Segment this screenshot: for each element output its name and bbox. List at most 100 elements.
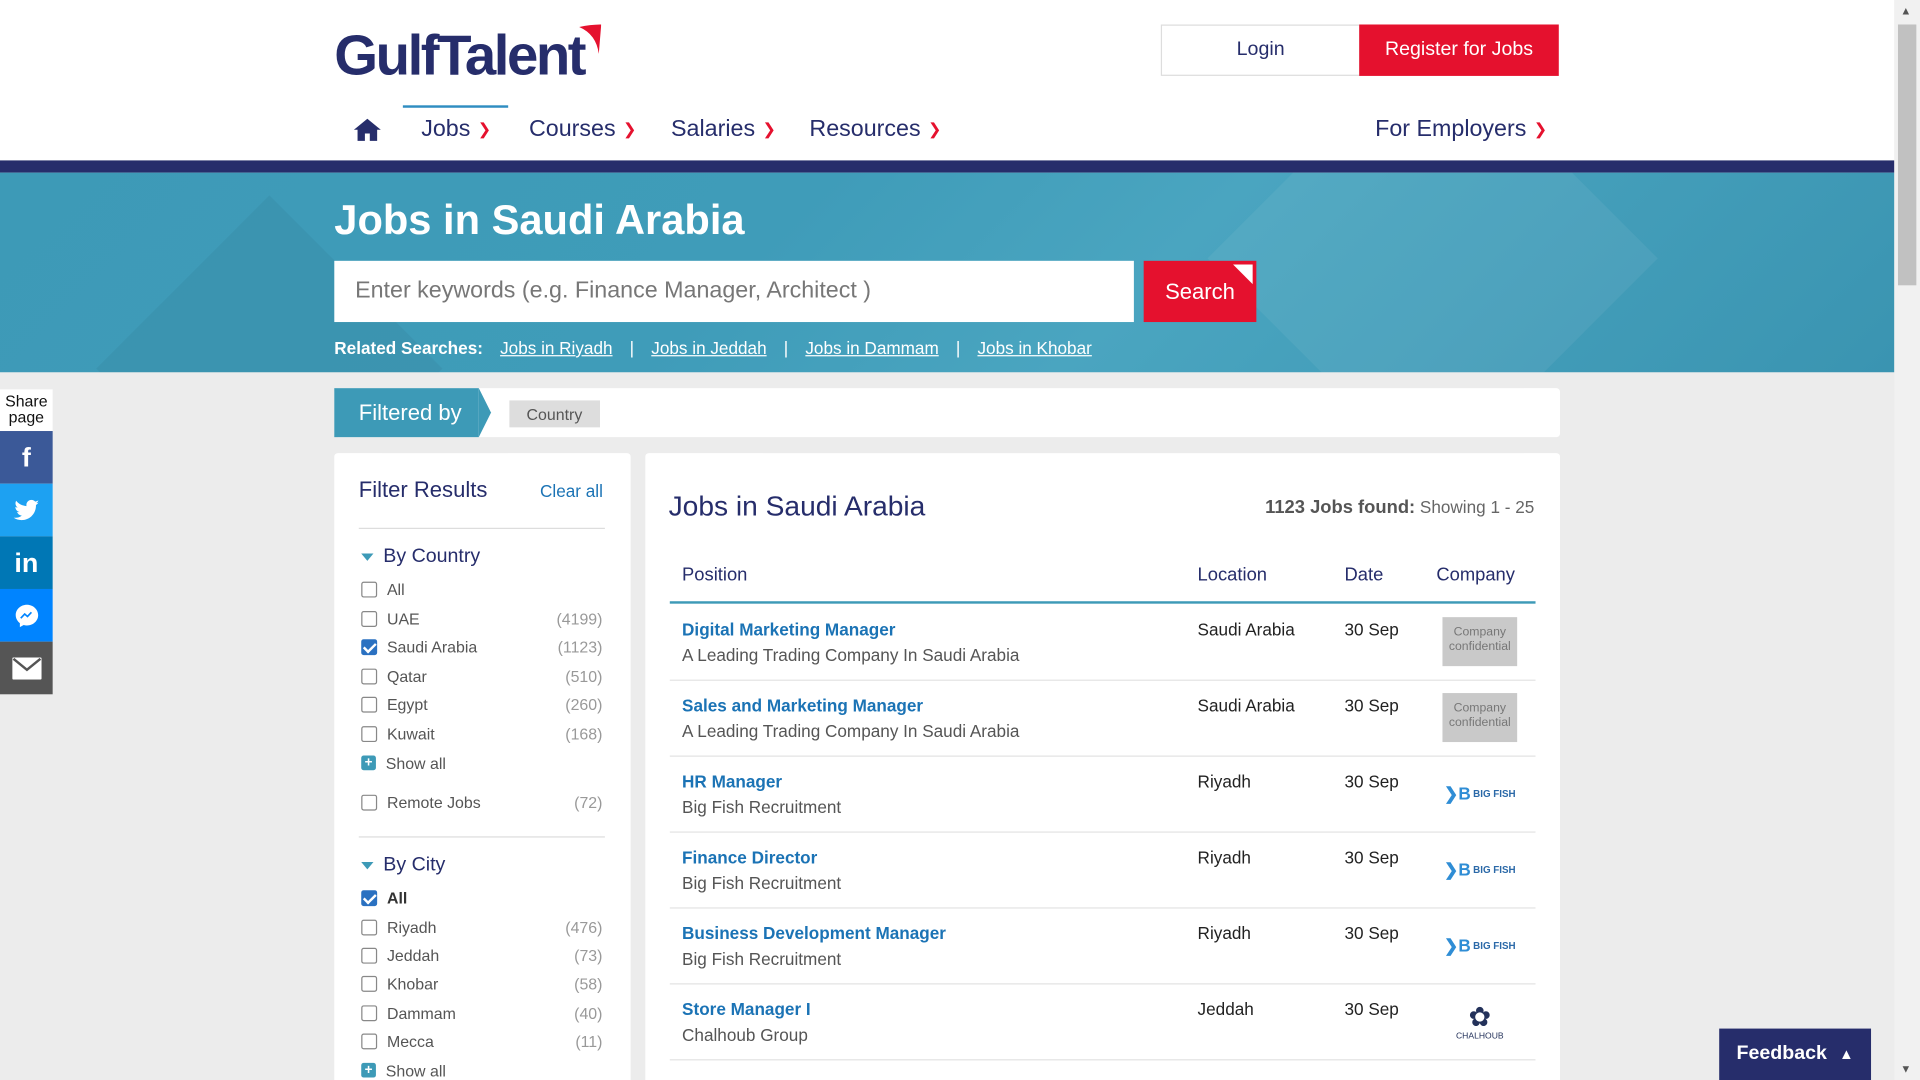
filter-city-dammam[interactable]: Dammam (40) (361, 1000, 602, 1024)
chalhoub-emblem-icon: ✿ (1468, 1001, 1492, 1032)
showing-range: Showing 1 - 25 (1419, 497, 1535, 517)
show-all-countries[interactable]: + Show all (361, 751, 602, 775)
bigfish-mark-icon: ❯B (1443, 934, 1471, 955)
job-company: Big Fish Recruitment (682, 797, 842, 817)
nav-jobs[interactable]: Jobs ❯ (421, 105, 491, 154)
scroll-up-icon[interactable]: ▲ (1900, 5, 1911, 17)
job-title-link[interactable]: Digital Marketing Manager (682, 620, 895, 640)
show-all-cities[interactable]: + Show all (361, 1058, 602, 1080)
jobs-found-count: 1123 Jobs found: (1265, 497, 1416, 518)
checkbox-checked[interactable] (361, 638, 378, 655)
messenger-icon[interactable] (0, 588, 53, 642)
checkbox[interactable] (361, 794, 378, 811)
corner-tick-icon (1233, 264, 1253, 285)
filter-country-kuwait[interactable]: Kuwait (168) (361, 721, 602, 745)
checkbox[interactable] (361, 581, 378, 597)
job-date: 30 Sep (1344, 619, 1399, 640)
job-location: Riyadh (1197, 847, 1251, 867)
job-company: A Leading Trading Company In Saudi Arabi… (682, 645, 1020, 665)
show-all-label: Show all (385, 1061, 446, 1080)
nav-for-employers[interactable]: For Employers ❯ (1375, 105, 1547, 154)
filter-remote-jobs[interactable]: Remote Jobs (72) (361, 790, 602, 814)
filter-results-title: Filter Results (358, 477, 488, 503)
nav-courses[interactable]: Courses ❯ (529, 105, 636, 154)
search-input[interactable]: Enter keywords (e.g. Finance Manager, Ar… (334, 260, 1134, 323)
filter-label: Dammam (386, 1003, 456, 1022)
table-row[interactable]: Sales and Marketing Manager A Leading Tr… (669, 681, 1536, 757)
filter-country-saudi-arabia[interactable]: Saudi Arabia (1123) (361, 634, 602, 658)
by-city-toggle[interactable]: By City (361, 855, 445, 877)
site-header: GulfTalent Login Register for Jobs Jobs ❯… (0, 0, 1895, 161)
filtered-by-bar: Filtered by Country (334, 388, 1561, 438)
filter-city-all[interactable]: All (361, 885, 602, 909)
facebook-icon[interactable]: f (0, 431, 53, 484)
gulftalent-logo[interactable]: GulfTalent (334, 22, 602, 91)
scrollbar[interactable]: ▲ ▼ (1894, 0, 1920, 1080)
job-title-link[interactable]: Sales and Marketing Manager (682, 696, 923, 716)
chevron-down-icon: ❯ (1533, 120, 1548, 139)
checkbox[interactable] (361, 667, 378, 684)
bigfish-mark-icon: ❯B (1443, 858, 1471, 879)
search-button[interactable]: Search (1143, 260, 1257, 323)
filter-city-khobar[interactable]: Khobar (58) (361, 971, 602, 995)
filter-country-all[interactable]: All (361, 577, 602, 601)
bigfish-logo: ❯B BIG FISH (1444, 859, 1516, 880)
linkedin-icon[interactable]: in (0, 536, 53, 589)
table-row[interactable]: Digital Marketing Manager A Leading Trad… (669, 605, 1536, 681)
checkbox[interactable] (361, 947, 378, 964)
related-link-riyadh[interactable]: Jobs in Riyadh (500, 338, 612, 358)
filter-country-egypt[interactable]: Egypt (260) (361, 692, 602, 716)
table-row[interactable]: Business Development Manager Big Fish Re… (669, 909, 1536, 985)
related-link-dammam[interactable]: Jobs in Dammam (805, 338, 938, 358)
checkbox[interactable] (361, 725, 378, 742)
twitter-icon[interactable] (0, 483, 53, 537)
company-logo: ❯B BIG FISH (1442, 845, 1517, 894)
results-title: Jobs in Saudi Arabia (668, 489, 926, 522)
filter-city-jeddah[interactable]: Jeddah (73) (361, 943, 602, 967)
filter-country-uae[interactable]: UAE (4199) (361, 606, 602, 630)
filter-city-mecca[interactable]: Mecca (11) (361, 1029, 602, 1053)
job-location: Saudi Arabia (1197, 619, 1295, 640)
checkbox[interactable] (361, 1004, 378, 1021)
checkbox-checked[interactable] (361, 889, 378, 906)
filter-label: Kuwait (386, 724, 435, 743)
filter-count: (510) (565, 666, 603, 686)
job-title-link[interactable]: Store Manager I (682, 999, 811, 1019)
related-link-jeddah[interactable]: Jobs in Jeddah (651, 338, 766, 358)
table-row[interactable]: HR Manager Big Fish Recruitment Riyadh 3… (669, 757, 1536, 833)
home-icon[interactable] (353, 105, 382, 154)
bigfish-logo: ❯B BIG FISH (1444, 935, 1516, 956)
checkbox[interactable] (361, 610, 378, 627)
job-title-link[interactable]: Finance Director (682, 847, 817, 867)
nav-salaries[interactable]: Salaries ❯ (671, 105, 776, 154)
scroll-down-icon[interactable]: ▼ (1900, 1063, 1911, 1075)
filter-chip-country[interactable]: Country (509, 400, 600, 428)
login-button[interactable]: Login (1160, 24, 1361, 76)
separator: | (783, 337, 789, 358)
job-company: A Leading Trading Company In Saudi Arabi… (682, 721, 1020, 741)
checkbox[interactable] (361, 1032, 378, 1049)
checkbox[interactable] (361, 918, 378, 935)
table-row[interactable]: Finance Director Big Fish Recruitment Ri… (669, 833, 1536, 909)
filter-country-qatar[interactable]: Qatar (510) (361, 664, 602, 688)
filter-city-riyadh[interactable]: Riyadh (476) (361, 915, 602, 939)
email-icon[interactable] (0, 641, 53, 695)
scrollbar-thumb[interactable] (1897, 24, 1917, 286)
checkbox[interactable] (361, 975, 378, 992)
job-date: 30 Sep (1344, 923, 1399, 943)
nav-resources[interactable]: Resources ❯ (809, 105, 941, 154)
job-title-link[interactable]: HR Manager (682, 771, 782, 791)
filter-count: (58) (574, 974, 603, 993)
clear-all-link[interactable]: Clear all (540, 481, 603, 501)
feedback-button[interactable]: Feedback ▲ (1719, 1028, 1872, 1080)
checkbox[interactable] (361, 696, 378, 713)
filter-count: (40) (574, 1003, 603, 1022)
register-button[interactable]: Register for Jobs (1359, 24, 1559, 76)
related-link-khobar[interactable]: Jobs in Khobar (977, 338, 1091, 358)
filter-count: (260) (565, 694, 603, 714)
by-country-toggle[interactable]: By Country (361, 546, 480, 568)
job-title-link[interactable]: Business Development Manager (682, 923, 946, 943)
job-date: 30 Sep (1344, 695, 1399, 716)
chevron-down-icon: ❯ (477, 120, 492, 139)
table-row[interactable]: Store Manager I Chalhoub Group Jeddah 30… (669, 984, 1536, 1061)
